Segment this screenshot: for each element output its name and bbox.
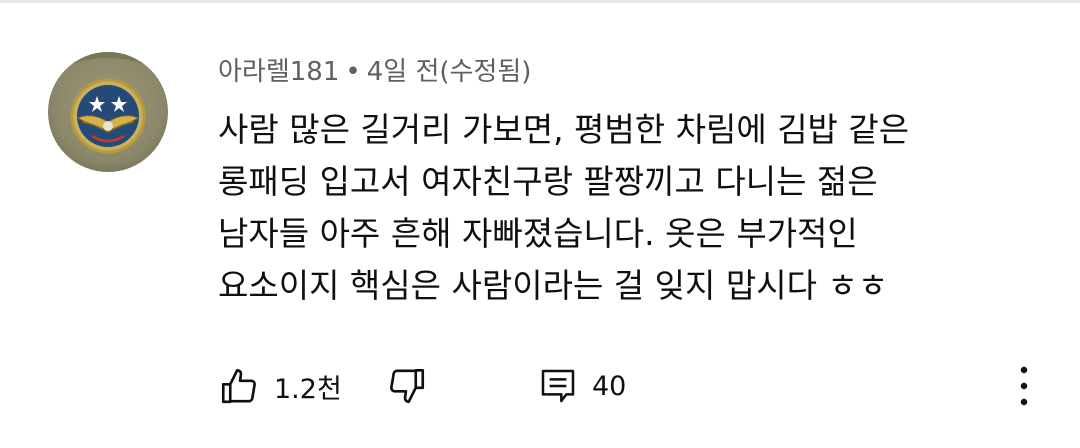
comment-icon: [541, 369, 575, 403]
like-button[interactable]: 1.2천: [218, 360, 342, 412]
reply-count: 40: [592, 370, 627, 402]
thumbs-up-icon: [221, 368, 256, 404]
more-vertical-icon: [1020, 366, 1028, 406]
meta-separator: •: [345, 57, 361, 87]
comment-line: 사람 많은 길거리 가보면, 평범한 차림에 김밥 같은: [218, 110, 910, 149]
avatar-image: [48, 52, 168, 172]
avatar[interactable]: [48, 52, 168, 172]
top-divider: [0, 0, 1080, 3]
reply-button[interactable]: 40: [538, 360, 626, 412]
comment-actions: 1.2천 40: [0, 360, 1080, 412]
more-actions-button[interactable]: [1008, 360, 1040, 412]
comment-line: 요소이지 핵심은 사람이라는 걸 잊지 맙시다 ㅎㅎ: [218, 266, 889, 305]
author-name[interactable]: 아라렐181: [218, 57, 339, 87]
like-count: 1.2천: [274, 373, 342, 405]
comment-text: 사람 많은 길거리 가보면, 평범한 차림에 김밥 같은 롱패딩 입고서 여자친…: [218, 104, 1038, 312]
comment-line: 롱패딩 입고서 여자친구랑 팔짱끼고 다니는 젊은: [218, 162, 878, 201]
thumbs-down-icon: [390, 368, 425, 404]
comment-timestamp: 4일 전(수정됨): [366, 57, 532, 87]
dislike-button[interactable]: [386, 360, 428, 412]
comment-line: 남자들 아주 흔해 자빠졌습니다. 옷은 부가적인: [218, 214, 858, 253]
comment-meta: 아라렐181 • 4일 전(수정됨): [218, 54, 531, 90]
